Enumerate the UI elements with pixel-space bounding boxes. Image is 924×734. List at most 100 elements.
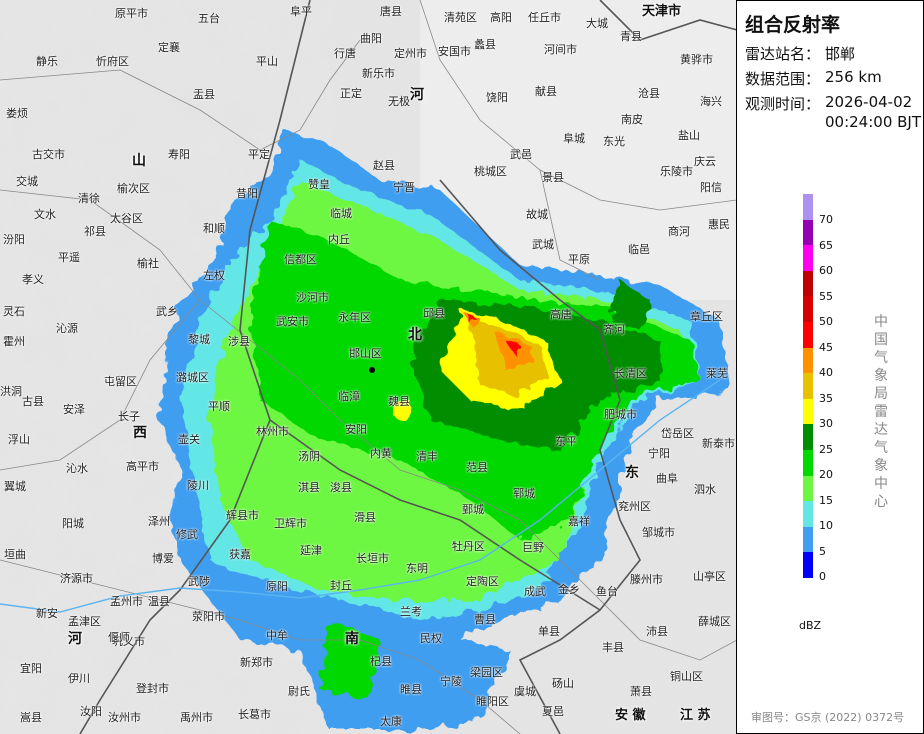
place-label: 获嘉	[229, 548, 251, 561]
place-label: 卫辉市	[274, 517, 307, 530]
place-label: 定襄	[158, 41, 180, 54]
place-label: 沙河市	[296, 291, 329, 304]
legend-swatch	[803, 398, 813, 425]
place-label: 汾阳	[3, 233, 25, 246]
place-label: 平原	[568, 253, 590, 266]
date-value: 2026-04-02	[825, 93, 913, 111]
place-label: 宜阳	[20, 662, 42, 675]
place-label: 尉氏	[288, 685, 310, 698]
province-label: 江 苏	[680, 708, 711, 723]
legend-tick-label: 35	[819, 391, 833, 405]
place-label: 宁陵	[440, 675, 462, 688]
province-label: 北	[408, 327, 422, 343]
station-value: 邯郸	[825, 45, 856, 63]
legend-tick-label: 40	[819, 366, 833, 379]
place-label: 榆社	[137, 257, 159, 270]
place-label: 文水	[34, 208, 56, 221]
place-label: 壶关	[178, 433, 200, 446]
place-label: 青县	[620, 30, 642, 43]
place-label: 忻府区	[96, 55, 129, 68]
place-label: 高唐	[550, 308, 572, 321]
credit-text: 中国气象局雷达气象中心	[874, 314, 888, 510]
place-label: 定陶区	[466, 575, 499, 588]
place-label: 临邑	[628, 243, 650, 256]
place-label: 齐河	[603, 323, 625, 336]
range-label: 数据范围：	[745, 70, 821, 88]
province-label: 南	[345, 631, 359, 647]
place-label: 平定	[248, 148, 270, 161]
place-label: 饶阳	[486, 91, 508, 104]
place-label: 济源市	[60, 572, 93, 585]
place-label: 宁阳	[648, 447, 670, 460]
place-label: 武邑	[510, 148, 532, 161]
legend-tick-label: 5	[819, 544, 826, 558]
legend-swatch	[803, 450, 813, 476]
place-label: 长子	[118, 410, 140, 423]
place-label: 长垣市	[356, 552, 389, 565]
place-label: 成武	[524, 585, 546, 598]
place-label: 沁源	[56, 322, 78, 335]
place-label: 太谷区	[110, 212, 143, 225]
place-label: 南皮	[621, 113, 643, 126]
place-label: 永年区	[338, 311, 371, 324]
place-label: 泗水	[694, 483, 716, 496]
place-label: 封丘	[330, 579, 352, 592]
province-label: 天津市	[642, 4, 682, 19]
place-label: 信都区	[284, 253, 317, 266]
place-label: 交城	[16, 175, 38, 188]
radar-map[interactable]: 山 西 河 北 东 河 南 安 徽 江 苏 天津市 原平市 五台 阜平 唐县 清苑区 高阳…	[0, 0, 737, 734]
place-label: 祁县	[84, 225, 106, 238]
province-label: 东	[625, 465, 639, 481]
place-label: 禹州市	[180, 711, 213, 724]
place-label: 曹县	[474, 613, 496, 626]
place-label: 嵩县	[20, 711, 42, 724]
place-label: 薛城区	[698, 615, 731, 628]
place-label: 新泰市	[702, 437, 735, 450]
place-label: 延津	[300, 544, 322, 557]
place-label: 行唐	[334, 47, 356, 60]
legend-tick-label: 0	[819, 570, 826, 583]
place-label: 武乡	[156, 305, 178, 318]
place-label: 古交市	[32, 148, 65, 161]
place-label: 泽州	[148, 515, 170, 528]
legend-tick-label: 20	[819, 468, 833, 481]
province-label: 西	[133, 425, 147, 441]
place-label: 无极	[388, 95, 410, 108]
legend-tick-label: 45	[819, 340, 833, 354]
place-label: 平山	[256, 55, 278, 68]
place-label: 修武	[176, 528, 198, 541]
legend-tick-label: 70	[819, 213, 833, 226]
place-label: 阳城	[62, 517, 84, 530]
range-row: 数据范围： 256 km	[745, 68, 882, 89]
place-label: 昔阳	[236, 187, 258, 200]
place-label: 赵县	[373, 159, 395, 172]
place-label: 牡丹区	[452, 540, 485, 553]
place-label: 涉县	[228, 335, 250, 348]
place-label: 清徐	[78, 192, 100, 205]
legend-swatch	[803, 194, 813, 220]
place-label: 和顺	[203, 222, 225, 235]
place-label: 寿阳	[168, 148, 190, 161]
place-label: 夏邑	[542, 705, 564, 718]
station-row: 雷达站名： 邯郸	[745, 43, 855, 64]
place-label: 曲阜	[656, 472, 678, 485]
place-label: 登封市	[136, 682, 169, 695]
legend-tick-label: 10	[819, 519, 833, 532]
place-label: 屯留区	[104, 375, 137, 388]
place-label: 高阳	[490, 11, 512, 24]
place-label: 长葛市	[238, 708, 271, 721]
place-label: 东平	[555, 435, 577, 448]
place-label: 博爱	[152, 552, 174, 565]
place-label: 滑县	[354, 511, 376, 524]
place-label: 沛县	[646, 625, 668, 638]
place-label: 新乐市	[362, 67, 395, 80]
place-label: 单县	[538, 625, 560, 638]
place-label: 洪洞	[0, 385, 22, 398]
place-label: 鄄城	[462, 503, 484, 516]
place-label: 霍州	[3, 335, 25, 348]
place-label: 范县	[466, 461, 488, 474]
place-label: 清苑区	[444, 11, 477, 24]
place-label: 嘉祥	[568, 515, 590, 528]
legend-tick-label: 15	[819, 493, 833, 507]
place-label: 武安市	[276, 315, 309, 328]
